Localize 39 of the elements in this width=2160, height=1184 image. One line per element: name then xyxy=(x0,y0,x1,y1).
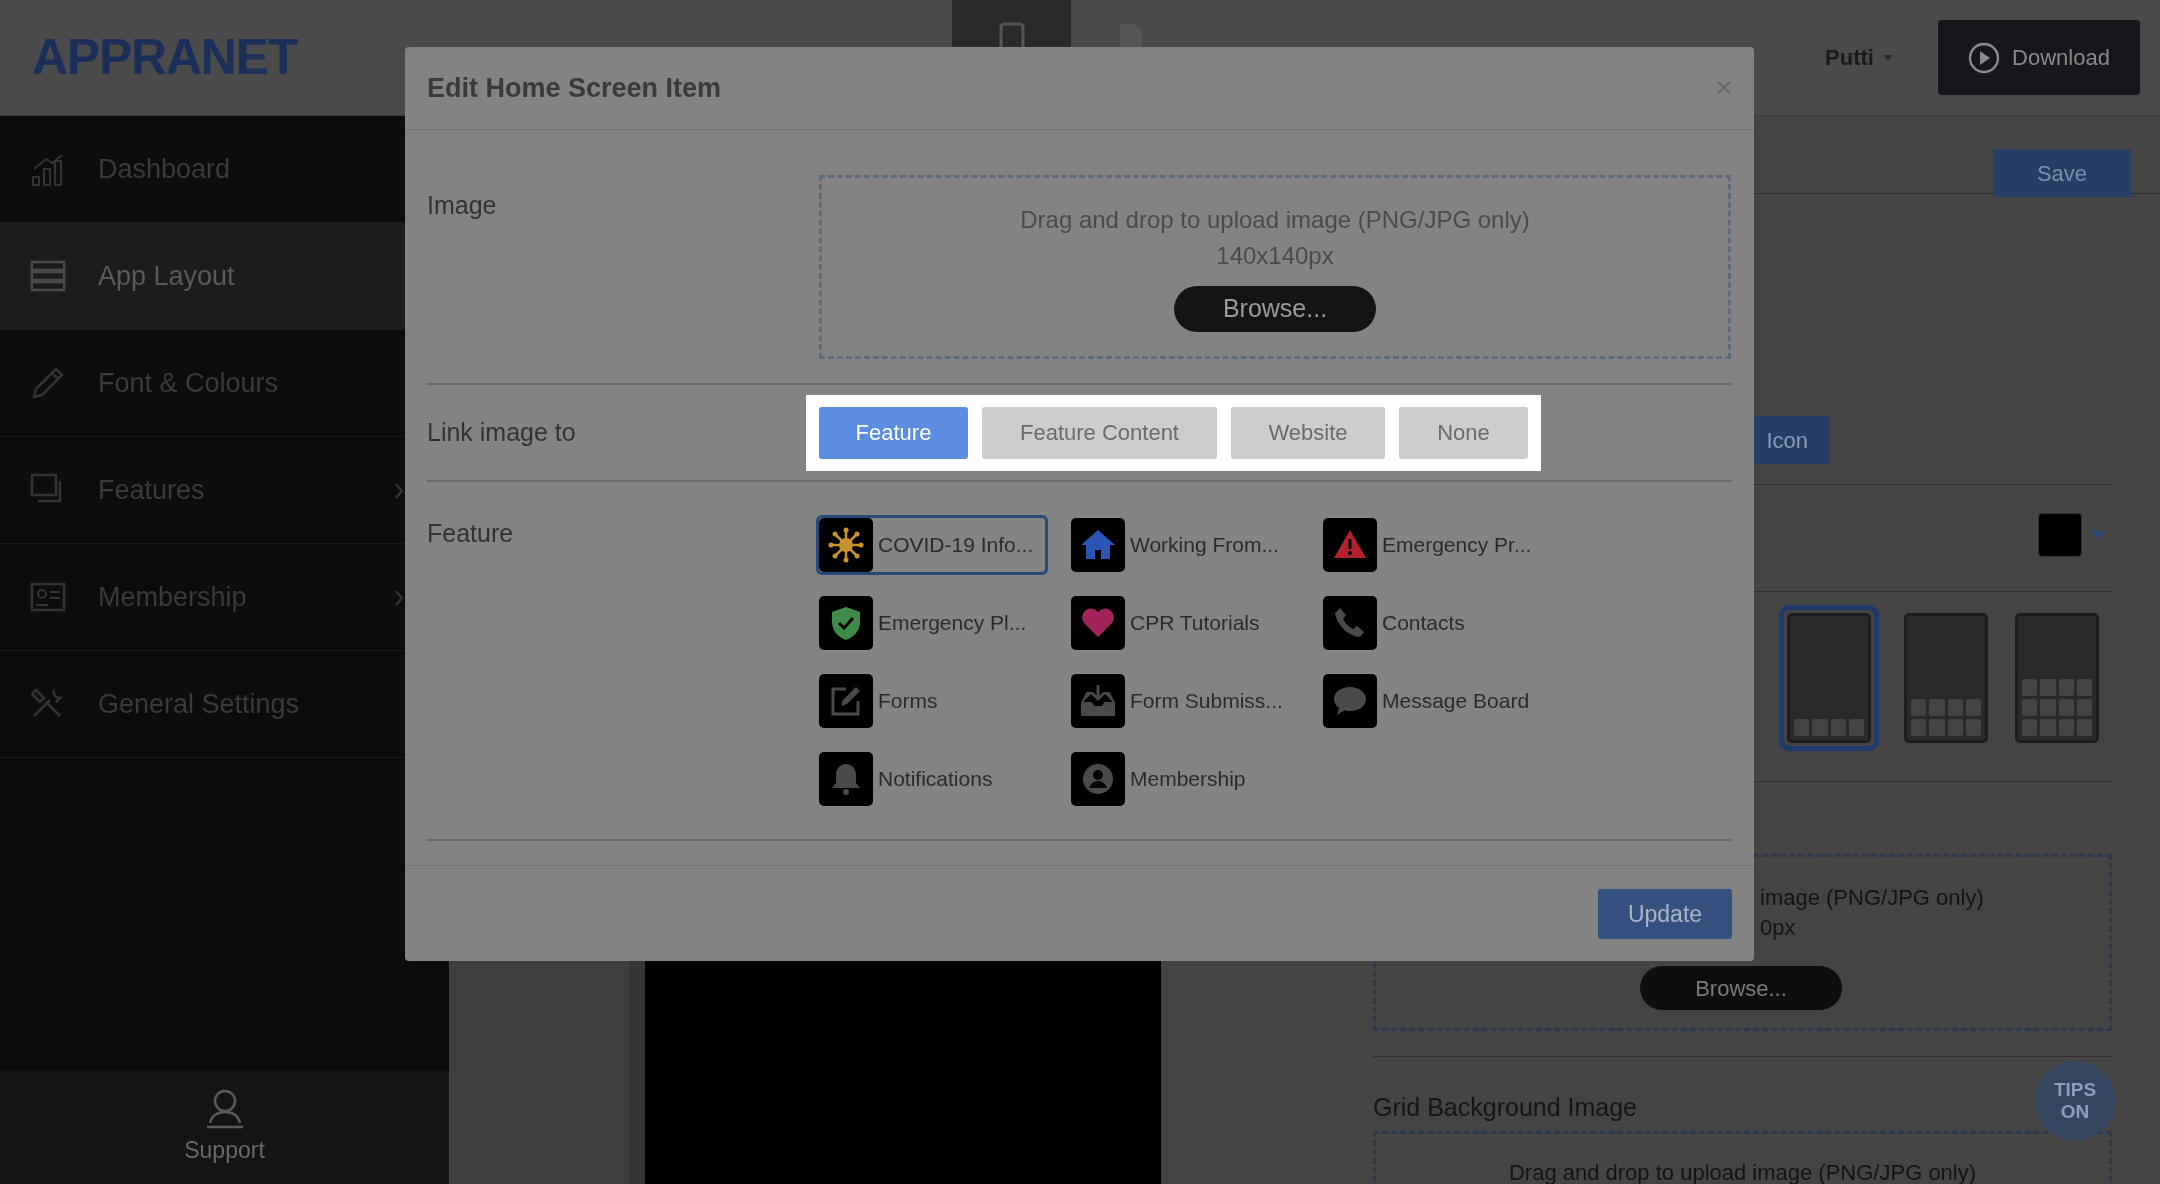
layout-icon xyxy=(30,258,66,294)
link-option-tab[interactable]: Feature xyxy=(819,406,968,459)
image-size: 140x140px xyxy=(1216,241,1334,271)
feature-option[interactable]: Working From... xyxy=(1068,515,1300,575)
feature-option[interactable]: Notifications xyxy=(816,749,1048,809)
download-button[interactable]: Download xyxy=(1938,20,2140,95)
link-option-tab[interactable]: Feature Content xyxy=(982,406,1217,459)
feature-option[interactable]: CPR Tutorials xyxy=(1068,593,1300,653)
caret-icon xyxy=(1882,53,1894,62)
upload-instructions: Drag and drop to upload image (PNG/JPG only) xyxy=(1020,205,1530,235)
layout-option[interactable] xyxy=(1779,605,1879,751)
upload-dropzone[interactable]: Drag and drop to upload image (PNG/JPG only) 140x140px Browse... xyxy=(819,175,1731,359)
browse-button[interactable]: Browse... xyxy=(1640,966,1842,1010)
sidebar-item[interactable]: App Layout xyxy=(0,223,405,330)
phone-view-tab[interactable] xyxy=(952,0,1071,47)
link-option-tab[interactable]: Website xyxy=(1231,406,1385,459)
modal-title: Edit Home Screen Item xyxy=(427,71,722,105)
link-option-tab[interactable]: None xyxy=(1399,406,1528,459)
play-icon xyxy=(1968,41,2001,74)
color-swatch[interactable] xyxy=(2038,513,2082,557)
feature-option[interactable]: Membership xyxy=(1068,749,1300,809)
feature-option[interactable]: Message Board xyxy=(1320,671,1552,731)
feature-option[interactable]: Contacts xyxy=(1320,593,1552,653)
update-button[interactable]: Update xyxy=(1598,889,1732,939)
feature-option[interactable]: Form Submiss... xyxy=(1068,671,1300,731)
feature-option[interactable]: COVID-19 Info... xyxy=(816,515,1048,575)
feature-option[interactable]: Emergency Pr... xyxy=(1320,515,1552,575)
field-label: Feature xyxy=(427,518,515,549)
support-link[interactable]: Support xyxy=(184,1132,265,1168)
field-label: Link image to xyxy=(427,416,577,448)
caret-icon xyxy=(2090,530,2106,540)
tips-toggle[interactable]: TIPS ON xyxy=(2035,1061,2115,1141)
feature-option[interactable]: Emergency Pl... xyxy=(816,593,1048,653)
field-label: Image xyxy=(427,190,498,221)
pencil-icon xyxy=(30,365,66,401)
phone-icon xyxy=(998,22,1025,47)
feature-option[interactable]: Forms xyxy=(816,671,1048,731)
save-button[interactable]: Save xyxy=(1993,149,2131,197)
browse-button[interactable]: Browse... xyxy=(1174,286,1376,332)
